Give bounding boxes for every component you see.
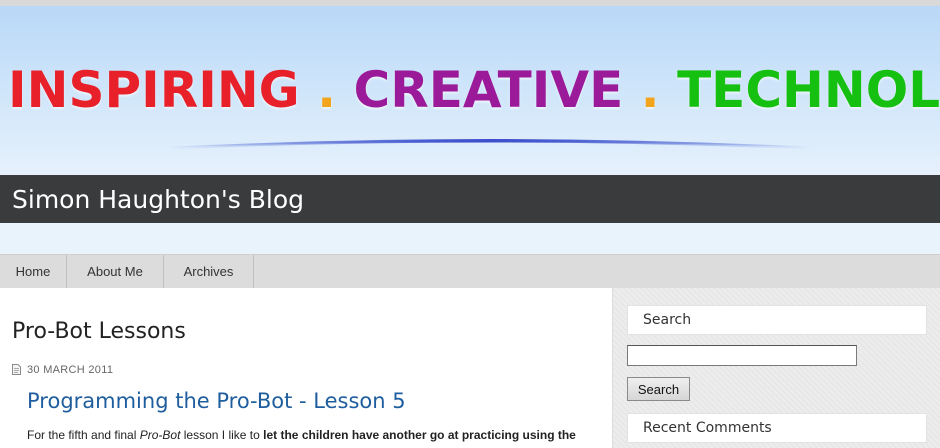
search-widget-title: Search — [627, 305, 927, 335]
nav-item-about-me[interactable]: About Me — [67, 255, 164, 288]
banner-tagline: INSPIRING . CREATIVE . TECHNOLOGY — [8, 60, 940, 120]
banner-swoosh-graphic — [150, 139, 830, 150]
post-date-text: 30 MARCH 2011 — [27, 364, 114, 376]
post-title-link[interactable]: Programming the Pro-Bot - Lesson 5 — [27, 387, 406, 415]
blog-title[interactable]: Simon Haughton's Blog — [12, 186, 304, 214]
post-excerpt-mid: lesson I like to — [180, 428, 264, 442]
post-excerpt-bold: let the children have another go at prac… — [263, 428, 576, 442]
header-spacer-band — [0, 223, 940, 254]
post-excerpt-start: For the fifth and final — [27, 428, 140, 442]
nav-item-archives[interactable]: Archives — [164, 255, 254, 288]
search-input[interactable] — [627, 345, 857, 366]
document-icon — [12, 364, 21, 375]
banner-separator-2: . — [623, 61, 678, 119]
page: INSPIRING . CREATIVE . TECHNOLOGY Simon … — [0, 0, 940, 448]
header-banner: INSPIRING . CREATIVE . TECHNOLOGY — [0, 6, 940, 175]
page-heading: Pro-Bot Lessons — [12, 319, 186, 344]
banner-word-technology: TECHNOLOGY — [677, 61, 940, 119]
main-navigation: Home About Me Archives — [0, 254, 940, 288]
recent-comments-widget-title: Recent Comments — [627, 413, 927, 443]
post-excerpt: For the fifth and final Pro-Bot lesson I… — [27, 426, 587, 444]
search-button[interactable]: Search — [627, 377, 690, 401]
nav-item-home[interactable]: Home — [0, 255, 67, 288]
banner-word-inspiring: INSPIRING — [8, 61, 300, 119]
banner-separator-1: . — [299, 61, 354, 119]
post-excerpt-italic: Pro-Bot — [139, 428, 181, 442]
banner-word-creative: CREATIVE — [353, 61, 624, 119]
